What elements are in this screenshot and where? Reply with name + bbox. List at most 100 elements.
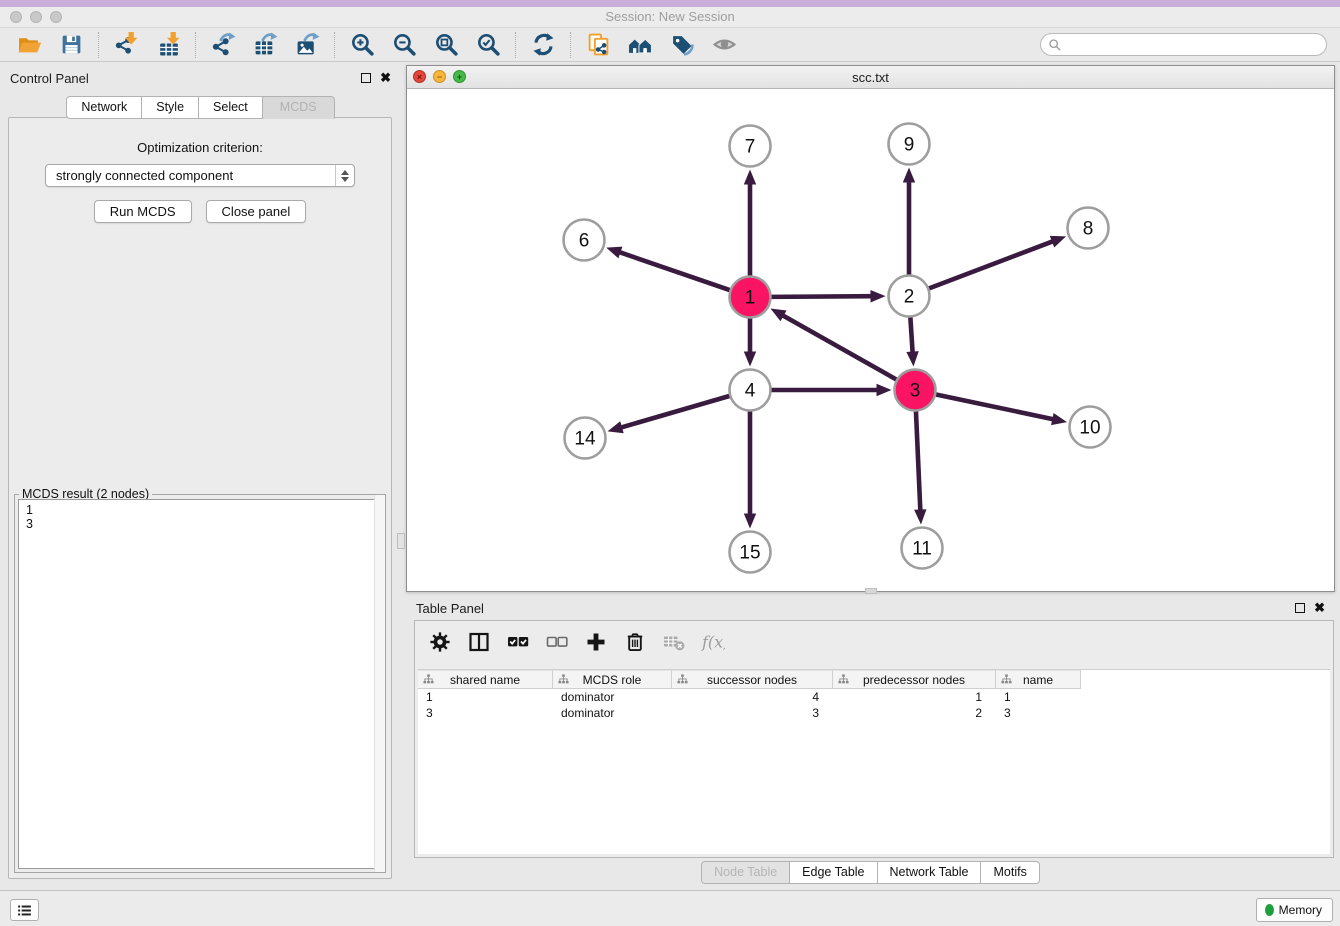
graph-node-14[interactable]: 14 — [565, 418, 606, 459]
deselect-all-icon[interactable] — [544, 629, 570, 655]
column-label: predecessor nodes — [863, 673, 965, 687]
tab-network[interactable]: Network — [66, 96, 142, 119]
column-header-name[interactable]: name — [996, 670, 1081, 689]
export-network-icon[interactable] — [210, 32, 236, 58]
table-row[interactable]: 1dominator411 — [418, 689, 1330, 705]
network-graph-canvas[interactable]: 1 2 3 4 6 7 8 9 10 11 14 15 — [407, 89, 1334, 591]
zoom-in-icon[interactable] — [349, 32, 375, 58]
optimization-criterion-label: Optimization criterion: — [9, 140, 391, 155]
tab-mcds[interactable]: MCDS — [263, 96, 335, 119]
close-panel-icon[interactable]: ✖ — [380, 73, 391, 83]
table-row[interactable]: 3dominator323 — [418, 705, 1330, 721]
cell-shared-name[interactable]: 3 — [418, 705, 553, 721]
float-panel-icon[interactable] — [361, 73, 371, 83]
tab-select[interactable]: Select — [199, 96, 263, 119]
duplicate-network-icon[interactable] — [585, 32, 611, 58]
edge-arrowhead — [877, 384, 892, 396]
edge-3-1[interactable] — [782, 315, 896, 380]
export-table-icon[interactable] — [252, 32, 278, 58]
edge-1-2[interactable] — [771, 296, 872, 297]
graph-node-3[interactable]: 3 — [895, 370, 936, 411]
open-session-icon[interactable] — [16, 32, 42, 58]
cell-name[interactable]: 3 — [996, 705, 1081, 721]
graph-node-2[interactable]: 2 — [889, 276, 930, 317]
column-header-MCDS-role[interactable]: MCDS role — [553, 670, 672, 689]
memory-button[interactable]: Memory — [1256, 898, 1333, 922]
result-scrollbar[interactable] — [374, 495, 385, 872]
svg-text:f(x): f(x) — [701, 633, 725, 652]
mcds-result-text[interactable]: 1 3 — [18, 499, 382, 869]
float-table-panel-icon[interactable] — [1295, 603, 1305, 613]
column-header-successor-nodes[interactable]: successor nodes — [672, 670, 833, 689]
column-header-predecessor-nodes[interactable]: predecessor nodes — [833, 670, 996, 689]
zoom-out-icon[interactable] — [391, 32, 417, 58]
select-all-icon[interactable] — [505, 629, 531, 655]
cell-successor-nodes[interactable]: 3 — [672, 705, 833, 721]
edge-1-6[interactable] — [619, 252, 730, 290]
tag-icon[interactable] — [669, 32, 695, 58]
home-icon[interactable] — [627, 32, 653, 58]
network-window-titlebar[interactable]: × − + scc.txt — [407, 66, 1334, 89]
toolbar-separator — [334, 32, 335, 58]
zoom-fit-icon[interactable] — [433, 32, 459, 58]
task-history-button[interactable] — [10, 899, 39, 921]
import-table-icon[interactable] — [155, 32, 181, 58]
eye-icon[interactable] — [711, 32, 737, 58]
column-layout-icon[interactable] — [466, 629, 492, 655]
delete-row-icon[interactable] — [622, 629, 648, 655]
graph-node-4[interactable]: 4 — [730, 370, 771, 411]
tab-node-table[interactable]: Node Table — [701, 861, 790, 884]
graph-node-9[interactable]: 9 — [889, 124, 930, 165]
cell-name[interactable]: 1 — [996, 689, 1081, 705]
svg-text:6: 6 — [579, 231, 590, 252]
toolbar-separator — [570, 32, 571, 58]
toolbar-separator — [98, 32, 99, 58]
run-mcds-button[interactable]: Run MCDS — [94, 200, 192, 223]
graph-node-1[interactable]: 1 — [730, 277, 771, 318]
table-toolbar: f(x) — [415, 621, 1333, 663]
refresh-icon[interactable] — [530, 32, 556, 58]
graph-node-11[interactable]: 11 — [902, 528, 943, 569]
criterion-select[interactable]: strongly connected component — [45, 164, 355, 187]
cell-predecessor-nodes[interactable]: 2 — [833, 705, 996, 721]
close-panel-button[interactable]: Close panel — [206, 200, 307, 223]
svg-text:9: 9 — [904, 135, 915, 156]
window-resize-grip[interactable] — [865, 588, 877, 594]
select-stepper-icon[interactable] — [335, 165, 354, 186]
graph-node-7[interactable]: 7 — [730, 126, 771, 167]
column-label: successor nodes — [707, 673, 797, 687]
add-column-icon[interactable] — [583, 629, 609, 655]
edge-arrowhead — [1050, 236, 1066, 248]
graph-node-10[interactable]: 10 — [1070, 407, 1111, 448]
save-session-icon[interactable] — [58, 32, 84, 58]
edge-2-8[interactable] — [929, 241, 1054, 288]
edge-4-14[interactable] — [620, 396, 729, 428]
edge-2-3[interactable] — [910, 317, 912, 353]
cell-MCDS-role[interactable]: dominator — [553, 705, 672, 721]
zoom-selected-icon[interactable] — [475, 32, 501, 58]
export-image-icon[interactable] — [294, 32, 320, 58]
mac-titlebar: Session: New Session — [0, 0, 1340, 28]
svg-text:14: 14 — [574, 429, 596, 450]
settings-gear-icon[interactable] — [427, 629, 453, 655]
network-window-title: scc.txt — [407, 70, 1334, 85]
edge-3-11[interactable] — [916, 411, 920, 511]
panel-splitter-grip[interactable] — [397, 533, 405, 549]
search-input[interactable] — [1062, 36, 1326, 54]
edge-3-10[interactable] — [936, 394, 1054, 419]
graph-node-6[interactable]: 6 — [564, 220, 605, 261]
import-network-icon[interactable] — [113, 32, 139, 58]
tab-style[interactable]: Style — [142, 96, 199, 119]
graph-node-8[interactable]: 8 — [1068, 208, 1109, 249]
column-header-shared-name[interactable]: shared name — [418, 670, 553, 689]
cell-successor-nodes[interactable]: 4 — [672, 689, 833, 705]
tab-edge-table[interactable]: Edge Table — [790, 861, 877, 884]
cell-MCDS-role[interactable]: dominator — [553, 689, 672, 705]
close-table-panel-icon[interactable]: ✖ — [1314, 603, 1325, 613]
cell-shared-name[interactable]: 1 — [418, 689, 553, 705]
tab-network-table[interactable]: Network Table — [878, 861, 982, 884]
tab-motifs[interactable]: Motifs — [981, 861, 1039, 884]
cell-predecessor-nodes[interactable]: 1 — [833, 689, 996, 705]
search-box[interactable] — [1040, 33, 1327, 56]
graph-node-15[interactable]: 15 — [730, 532, 771, 573]
